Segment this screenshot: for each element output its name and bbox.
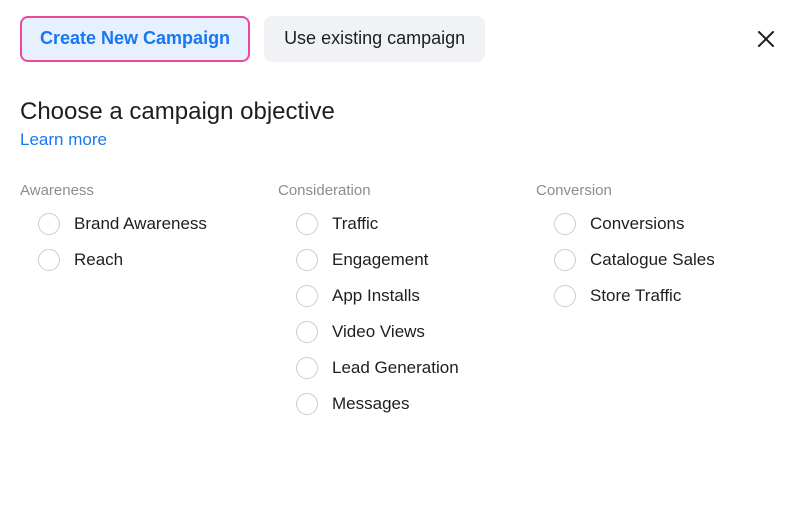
learn-more-link[interactable]: Learn more xyxy=(20,130,107,150)
option-label: Store Traffic xyxy=(590,286,681,306)
option-label: Lead Generation xyxy=(332,358,459,378)
option-label: Engagement xyxy=(332,250,428,270)
column-consideration: Consideration Traffic Engagement App Ins… xyxy=(278,182,536,429)
option-messages[interactable]: Messages xyxy=(296,393,536,415)
radio-icon xyxy=(38,213,60,235)
column-awareness: Awareness Brand Awareness Reach xyxy=(20,182,278,429)
radio-icon xyxy=(296,285,318,307)
option-label: Reach xyxy=(74,250,123,270)
radio-icon xyxy=(296,393,318,415)
radio-icon xyxy=(296,213,318,235)
radio-icon xyxy=(38,249,60,271)
header-row: Create New Campaign Use existing campaig… xyxy=(20,16,780,62)
column-conversion: Conversion Conversions Catalogue Sales S… xyxy=(536,182,794,429)
objective-columns: Awareness Brand Awareness Reach Consider… xyxy=(20,182,780,429)
option-reach[interactable]: Reach xyxy=(38,249,278,271)
option-label: Catalogue Sales xyxy=(590,250,715,270)
radio-icon xyxy=(296,249,318,271)
tab-use-existing-campaign[interactable]: Use existing campaign xyxy=(264,16,485,62)
option-conversions[interactable]: Conversions xyxy=(554,213,794,235)
option-engagement[interactable]: Engagement xyxy=(296,249,536,271)
tab-create-new-campaign[interactable]: Create New Campaign xyxy=(20,16,250,62)
close-icon xyxy=(756,29,776,49)
radio-icon xyxy=(554,285,576,307)
option-app-installs[interactable]: App Installs xyxy=(296,285,536,307)
option-label: Traffic xyxy=(332,214,378,234)
option-traffic[interactable]: Traffic xyxy=(296,213,536,235)
radio-icon xyxy=(296,357,318,379)
option-lead-generation[interactable]: Lead Generation xyxy=(296,357,536,379)
radio-icon xyxy=(296,321,318,343)
column-header-conversion: Conversion xyxy=(536,182,794,199)
option-catalogue-sales[interactable]: Catalogue Sales xyxy=(554,249,794,271)
radio-icon xyxy=(554,249,576,271)
option-label: Brand Awareness xyxy=(74,214,207,234)
close-button[interactable] xyxy=(752,25,780,53)
column-header-consideration: Consideration xyxy=(278,182,536,199)
option-store-traffic[interactable]: Store Traffic xyxy=(554,285,794,307)
option-brand-awareness[interactable]: Brand Awareness xyxy=(38,213,278,235)
column-header-awareness: Awareness xyxy=(20,182,278,199)
option-label: Conversions xyxy=(590,214,685,234)
radio-icon xyxy=(554,213,576,235)
option-label: App Installs xyxy=(332,286,420,306)
option-label: Video Views xyxy=(332,322,425,342)
option-label: Messages xyxy=(332,394,409,414)
page-title: Choose a campaign objective xyxy=(20,98,780,126)
option-video-views[interactable]: Video Views xyxy=(296,321,536,343)
